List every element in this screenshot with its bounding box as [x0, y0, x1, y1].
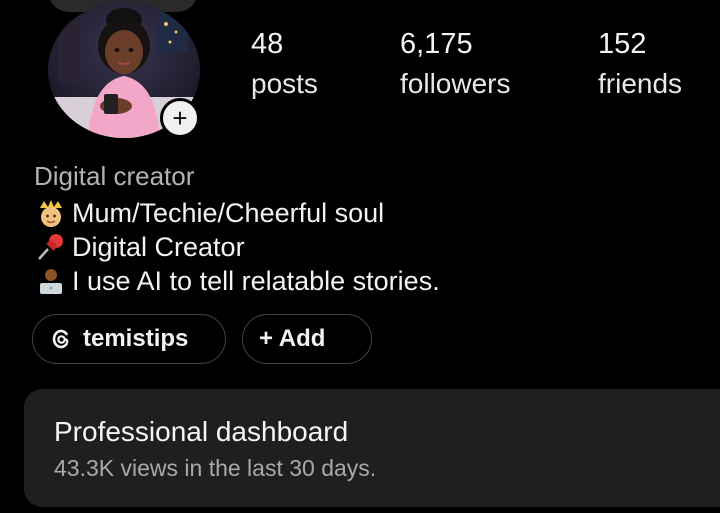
bio-text: Digital Creator	[72, 232, 245, 262]
stat-friends[interactable]: 152 friends	[598, 26, 682, 102]
bio-text: Mum/Techie/Cheerful soul	[72, 198, 385, 228]
bio-line: Mum/Techie/Cheerful soul	[34, 196, 440, 230]
pushpin-emoji-icon	[38, 234, 63, 260]
profile-category: Digital creator	[34, 161, 195, 191]
stat-followers[interactable]: 6,175 followers	[400, 26, 510, 102]
posts-count: 48	[251, 28, 284, 60]
add-link-button[interactable]: + Add	[242, 314, 372, 364]
threads-link-button[interactable]: temistips	[32, 314, 226, 364]
followers-count: 6,175	[400, 28, 473, 60]
bio-line: I use AI to tell relatable stories.	[34, 264, 440, 298]
followers-label: followers	[400, 68, 511, 99]
bio-text: I use AI to tell relatable stories.	[72, 266, 440, 296]
queen-emoji-icon	[40, 200, 62, 227]
add-story-button[interactable]: +	[160, 98, 200, 138]
dashboard-title: Professional dashboard	[54, 416, 349, 447]
threads-handle: temistips	[83, 325, 189, 352]
dashboard-subtitle: 43.3K views in the last 30 days.	[54, 455, 377, 481]
friends-label: friends	[598, 68, 683, 99]
profile-bio: Mum/Techie/Cheerful soul Digital Creator…	[34, 196, 440, 298]
stat-posts[interactable]: 48 posts	[251, 26, 318, 102]
add-link-label: + Add	[259, 325, 326, 352]
technologist-emoji-icon	[40, 269, 62, 294]
bio-line: Digital Creator	[34, 230, 440, 264]
friends-count: 152	[598, 28, 647, 60]
posts-label: posts	[251, 68, 318, 99]
professional-dashboard-card[interactable]: Professional dashboard 43.3K views in th…	[24, 389, 720, 507]
threads-icon	[52, 329, 69, 349]
plus-icon: +	[172, 103, 188, 133]
